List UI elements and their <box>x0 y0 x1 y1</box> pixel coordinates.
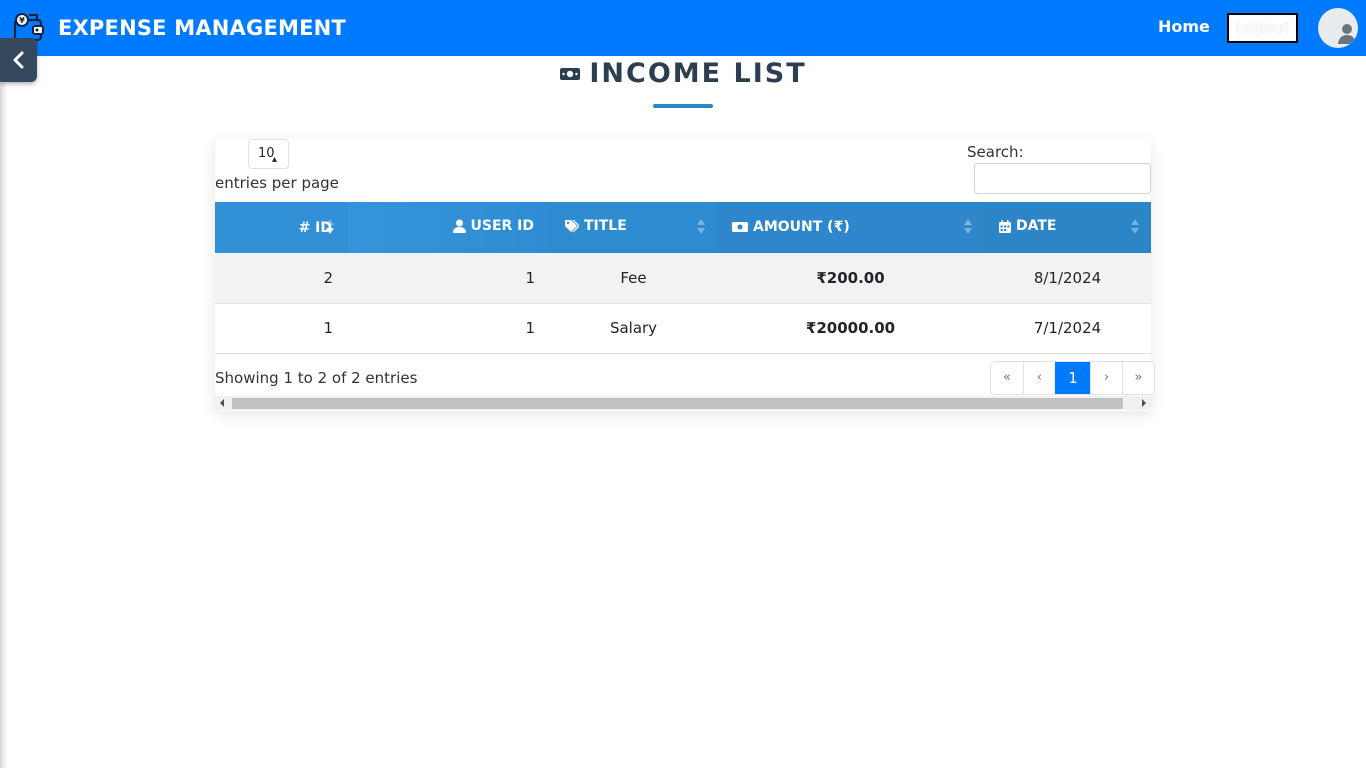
column-header-id[interactable]: # ID <box>215 202 348 253</box>
sort-icon <box>697 219 705 235</box>
pagination-page-button[interactable]: 1 <box>1055 362 1090 394</box>
pagination-next-button[interactable]: › <box>1090 362 1122 394</box>
search-input[interactable] <box>974 163 1151 194</box>
brand[interactable]: ¥ EXPENSE MANAGEMENT <box>12 10 346 46</box>
table-header-row: # ID USER ID TITLE AMOUNT (₹) DATE <box>215 202 1151 253</box>
page: ¥ EXPENSE MANAGEMENT Home Logout INCOME … <box>0 0 1366 768</box>
cell-date: 7/1/2024 <box>1033 319 1102 337</box>
pagination-last-button[interactable]: » <box>1122 362 1154 394</box>
table-info: Showing 1 to 2 of 2 entries <box>215 369 418 387</box>
sort-icon <box>1131 219 1139 235</box>
table-row[interactable]: 1 1 Salary ₹20000.00 7/1/2024 <box>215 303 1151 353</box>
home-link[interactable]: Home <box>1158 17 1210 36</box>
cell-id: 1 <box>323 319 333 337</box>
column-header-date[interactable]: DATE <box>984 202 1151 253</box>
entries-per-page-label: entries per page <box>215 174 339 192</box>
column-header-title[interactable]: TITLE <box>550 202 717 253</box>
logout-button[interactable]: Logout <box>1227 13 1298 43</box>
column-header-title-label: TITLE <box>584 218 627 235</box>
scroll-right-icon[interactable] <box>1142 399 1146 407</box>
tags-icon <box>565 219 579 233</box>
cell-user-id: 1 <box>525 319 535 337</box>
cell-amount: ₹200.00 <box>816 268 885 287</box>
cell-title: Fee <box>620 268 647 287</box>
cell-id: 2 <box>323 268 333 287</box>
column-header-date-label: DATE <box>1016 218 1057 235</box>
pagination-first-button[interactable]: « <box>991 362 1023 394</box>
scrollbar-thumb[interactable] <box>232 398 1123 409</box>
page-title: INCOME LIST <box>589 58 807 89</box>
cell-user-id: 1 <box>525 268 535 287</box>
brand-title: EXPENSE MANAGEMENT <box>58 16 346 40</box>
heading-underline <box>653 104 713 108</box>
column-header-user-id-label: USER ID <box>470 218 535 234</box>
cell-amount: ₹20000.00 <box>805 319 896 337</box>
table-row[interactable]: 2 1 Fee ₹200.00 8/1/2024 <box>215 253 1151 303</box>
money-bill-icon <box>560 67 581 80</box>
select-caret-icon: ▴ <box>271 154 277 165</box>
income-table-card: 10 ▴ entries per page Search: # ID USER … <box>215 139 1155 411</box>
pagination: « ‹ 1 › » <box>990 361 1155 395</box>
sidebar-edge <box>0 56 7 768</box>
scroll-left-icon[interactable] <box>220 399 224 407</box>
horizontal-scrollbar[interactable] <box>215 396 1151 410</box>
calendar-icon <box>999 219 1011 233</box>
column-header-amount[interactable]: AMOUNT (₹) <box>717 202 984 253</box>
sort-icon <box>326 219 334 235</box>
pagination-prev-button[interactable]: ‹ <box>1023 362 1055 394</box>
cell-title: Salary <box>609 319 658 337</box>
column-header-user-id[interactable]: USER ID <box>348 202 550 253</box>
page-heading: INCOME LIST <box>0 58 1366 89</box>
entries-per-page-select[interactable]: 10 ▴ <box>248 139 289 169</box>
navbar: ¥ EXPENSE MANAGEMENT Home Logout <box>0 0 1366 56</box>
money-bill-icon <box>732 221 748 232</box>
user-icon <box>452 219 466 233</box>
search-label: Search: <box>967 143 1024 161</box>
income-table: # ID USER ID TITLE AMOUNT (₹) DATE 2 1 F… <box>215 202 1151 354</box>
sort-icon <box>964 219 972 235</box>
column-header-amount-label: AMOUNT (₹) <box>753 218 850 235</box>
svg-text:¥: ¥ <box>19 16 25 25</box>
user-avatar-icon[interactable] <box>1318 8 1358 48</box>
cell-date: 8/1/2024 <box>1033 268 1102 287</box>
avatar-silhouette-icon <box>1338 24 1356 44</box>
